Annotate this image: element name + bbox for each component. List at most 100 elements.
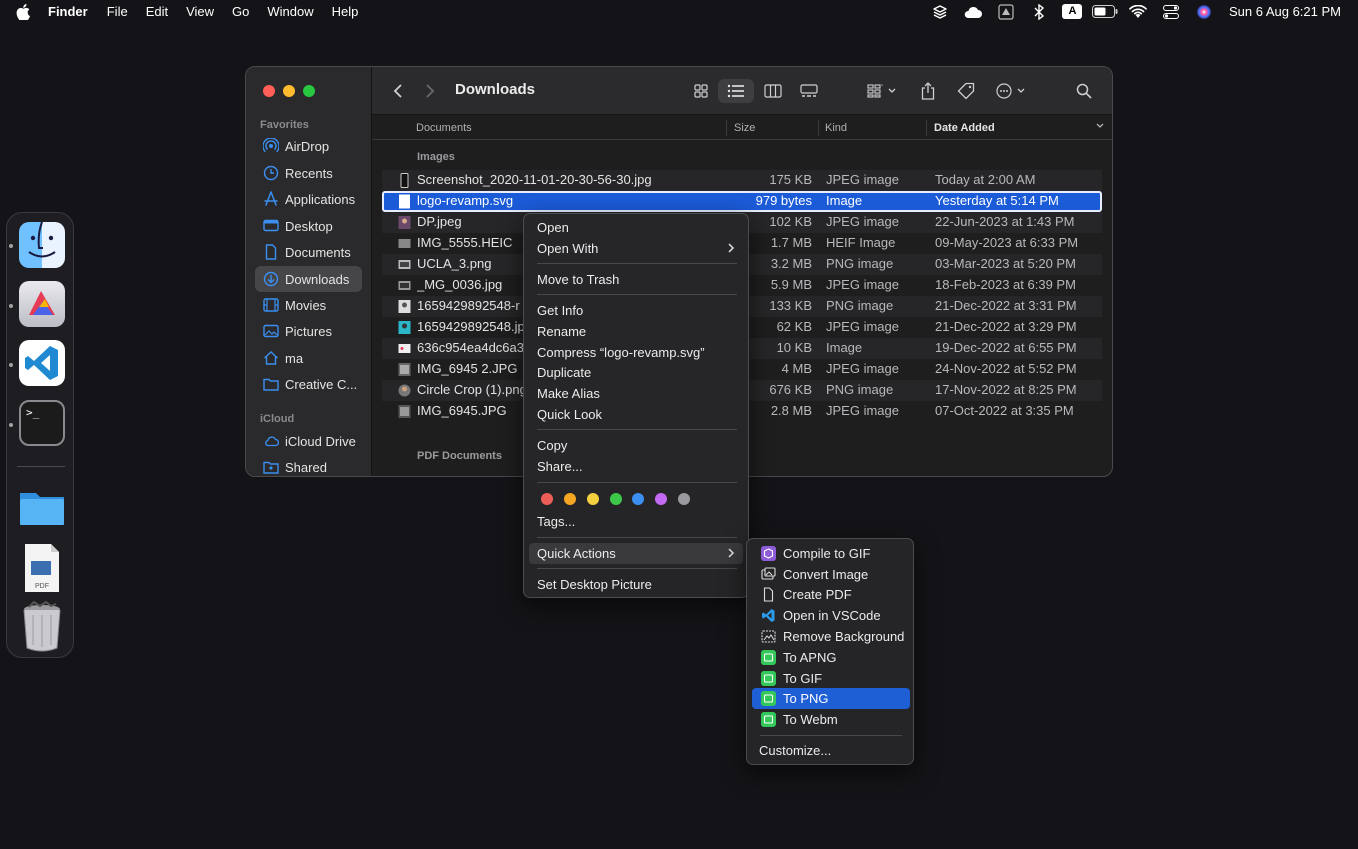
sidebar-item-documents[interactable]: Documents (255, 239, 362, 265)
column-size-header[interactable]: Size (734, 122, 755, 134)
column-kind-header[interactable]: Kind (825, 122, 847, 134)
qa-item-create-pdf[interactable]: Create PDF (752, 584, 910, 605)
sidebar-item-airdrop[interactable]: AirDrop (255, 133, 362, 159)
control-center-icon[interactable] (1155, 0, 1188, 23)
qa-item-open-in-vscode[interactable]: Open in VSCode (752, 605, 910, 626)
qa-item-customize[interactable]: Customize... (752, 740, 910, 761)
sort-chevron-icon[interactable] (1095, 120, 1105, 132)
sidebar-item-recents[interactable]: Recents (255, 160, 362, 186)
menu-go[interactable]: Go (223, 0, 258, 23)
menu-help[interactable]: Help (323, 0, 368, 23)
vscode-icon[interactable] (19, 340, 65, 386)
menu-app-name[interactable]: Finder (40, 0, 98, 23)
sidebar-item-downloads[interactable]: Downloads (255, 266, 362, 292)
qa-item-remove-background[interactable]: Remove Background (752, 626, 910, 647)
column-date-header[interactable]: Date Added (934, 122, 995, 134)
qa-item-to-gif[interactable]: To GIF (752, 668, 910, 689)
forward-button[interactable] (418, 79, 442, 103)
stacks-icon[interactable] (924, 0, 957, 23)
trash-icon[interactable] (19, 601, 65, 652)
column-divider (726, 120, 727, 136)
qa-item-compile-to-gif[interactable]: Compile to GIF (752, 543, 910, 564)
tag-yellow-dot[interactable] (587, 493, 599, 505)
search-button[interactable] (1070, 79, 1098, 103)
finder-icon[interactable] (19, 222, 65, 268)
siri-icon[interactable] (1188, 0, 1221, 23)
vscode-icon (761, 608, 776, 623)
running-indicator (9, 363, 13, 367)
qa-item-convert-image[interactable]: Convert Image (752, 564, 910, 585)
share-button[interactable] (914, 79, 942, 103)
running-indicator (9, 304, 13, 308)
menu-file[interactable]: File (98, 0, 137, 23)
drive-icon[interactable] (990, 0, 1023, 23)
icon-view-button[interactable] (684, 79, 718, 103)
menu-window[interactable]: Window (258, 0, 322, 23)
menu-item-compress[interactable]: Compress “logo-revamp.svg” (529, 342, 743, 363)
group-by-button[interactable] (862, 79, 902, 103)
close-window-button[interactable] (263, 85, 275, 97)
menu-edit[interactable]: Edit (137, 0, 177, 23)
sidebar-item-shared[interactable]: Shared (255, 454, 362, 476)
tag-button[interactable] (952, 79, 980, 103)
qa-item-label: Create PDF (783, 587, 852, 602)
tag-orange-dot[interactable] (564, 493, 576, 505)
menu-item-open-with[interactable]: Open With (529, 238, 743, 259)
pdf-icon[interactable]: PDF (19, 543, 65, 592)
menubar-clock[interactable]: Sun 6 Aug 6:21 PM (1221, 4, 1358, 19)
menu-item-open[interactable]: Open (529, 217, 743, 238)
folder-icon[interactable] (19, 485, 65, 531)
apple-menu-icon[interactable] (0, 3, 40, 20)
menu-view[interactable]: View (177, 0, 223, 23)
sidebar-item-pictures[interactable]: Pictures (255, 318, 362, 344)
sidebar-item-applications[interactable]: Applications (255, 186, 362, 212)
qa-item-to-apng[interactable]: To APNG (752, 647, 910, 668)
menu-item-tags[interactable]: Tags... (529, 511, 743, 532)
tag-purple-dot[interactable] (655, 493, 667, 505)
minimize-window-button[interactable] (283, 85, 295, 97)
menu-item-quick-look[interactable]: Quick Look (529, 404, 743, 425)
tag-green-dot[interactable] (610, 493, 622, 505)
affinity-icon[interactable] (19, 281, 65, 327)
menu-item-get-info[interactable]: Get Info (529, 300, 743, 321)
terminal-icon[interactable]: >_ (19, 400, 65, 446)
menu-item-rename[interactable]: Rename (529, 321, 743, 342)
tag-red-dot[interactable] (541, 493, 553, 505)
tag-blue-dot[interactable] (632, 493, 644, 505)
menu-item-copy[interactable]: Copy (529, 435, 743, 456)
zoom-window-button[interactable] (303, 85, 315, 97)
menu-item-share[interactable]: Share... (529, 456, 743, 477)
sidebar-item-icloud-drive[interactable]: iCloud Drive (255, 428, 362, 454)
automator-icon (761, 691, 776, 706)
menu-item-make-alias[interactable]: Make Alias (529, 383, 743, 404)
tag-gray-dot[interactable] (678, 493, 690, 505)
wifi-icon[interactable] (1122, 0, 1155, 23)
gallery-view-button[interactable] (792, 79, 826, 103)
menu-item-quick-actions[interactable]: Quick Actions (529, 543, 743, 564)
column-view-button[interactable] (756, 79, 790, 103)
sidebar-item-label: Creative C... (285, 376, 358, 392)
table-row[interactable]: Screenshot_2020-11-01-20-30-56-30.jpg 17… (382, 170, 1102, 191)
more-actions-button[interactable] (992, 79, 1032, 103)
menu-separator (537, 537, 737, 538)
chevron-right-icon (727, 242, 735, 254)
menu-item-move-to-trash[interactable]: Move to Trash (529, 269, 743, 290)
sidebar-item-desktop[interactable]: Desktop (255, 213, 362, 239)
back-button[interactable] (386, 79, 410, 103)
sidebar-item-movies[interactable]: Movies (255, 292, 362, 318)
document-icon (263, 244, 279, 260)
bluetooth-icon[interactable] (1023, 0, 1056, 23)
table-row[interactable]: logo-revamp.svg 979 bytes Image Yesterda… (382, 191, 1102, 212)
menu-item-set-desktop-picture[interactable]: Set Desktop Picture (529, 574, 743, 595)
input-source-icon[interactable]: A (1056, 0, 1089, 23)
battery-icon[interactable] (1089, 0, 1122, 23)
cloud-icon[interactable] (957, 0, 990, 23)
column-name-header[interactable]: Documents (416, 122, 472, 134)
sidebar-item-label: iCloud Drive (285, 433, 356, 449)
list-view-button[interactable] (718, 79, 754, 103)
qa-item-to-webm[interactable]: To Webm (752, 709, 910, 730)
qa-item-to-png[interactable]: To PNG (752, 688, 910, 709)
sidebar-item-home[interactable]: ma (255, 345, 362, 371)
menu-item-duplicate[interactable]: Duplicate (529, 362, 743, 383)
sidebar-item-creative-cloud[interactable]: Creative C... (255, 371, 362, 397)
